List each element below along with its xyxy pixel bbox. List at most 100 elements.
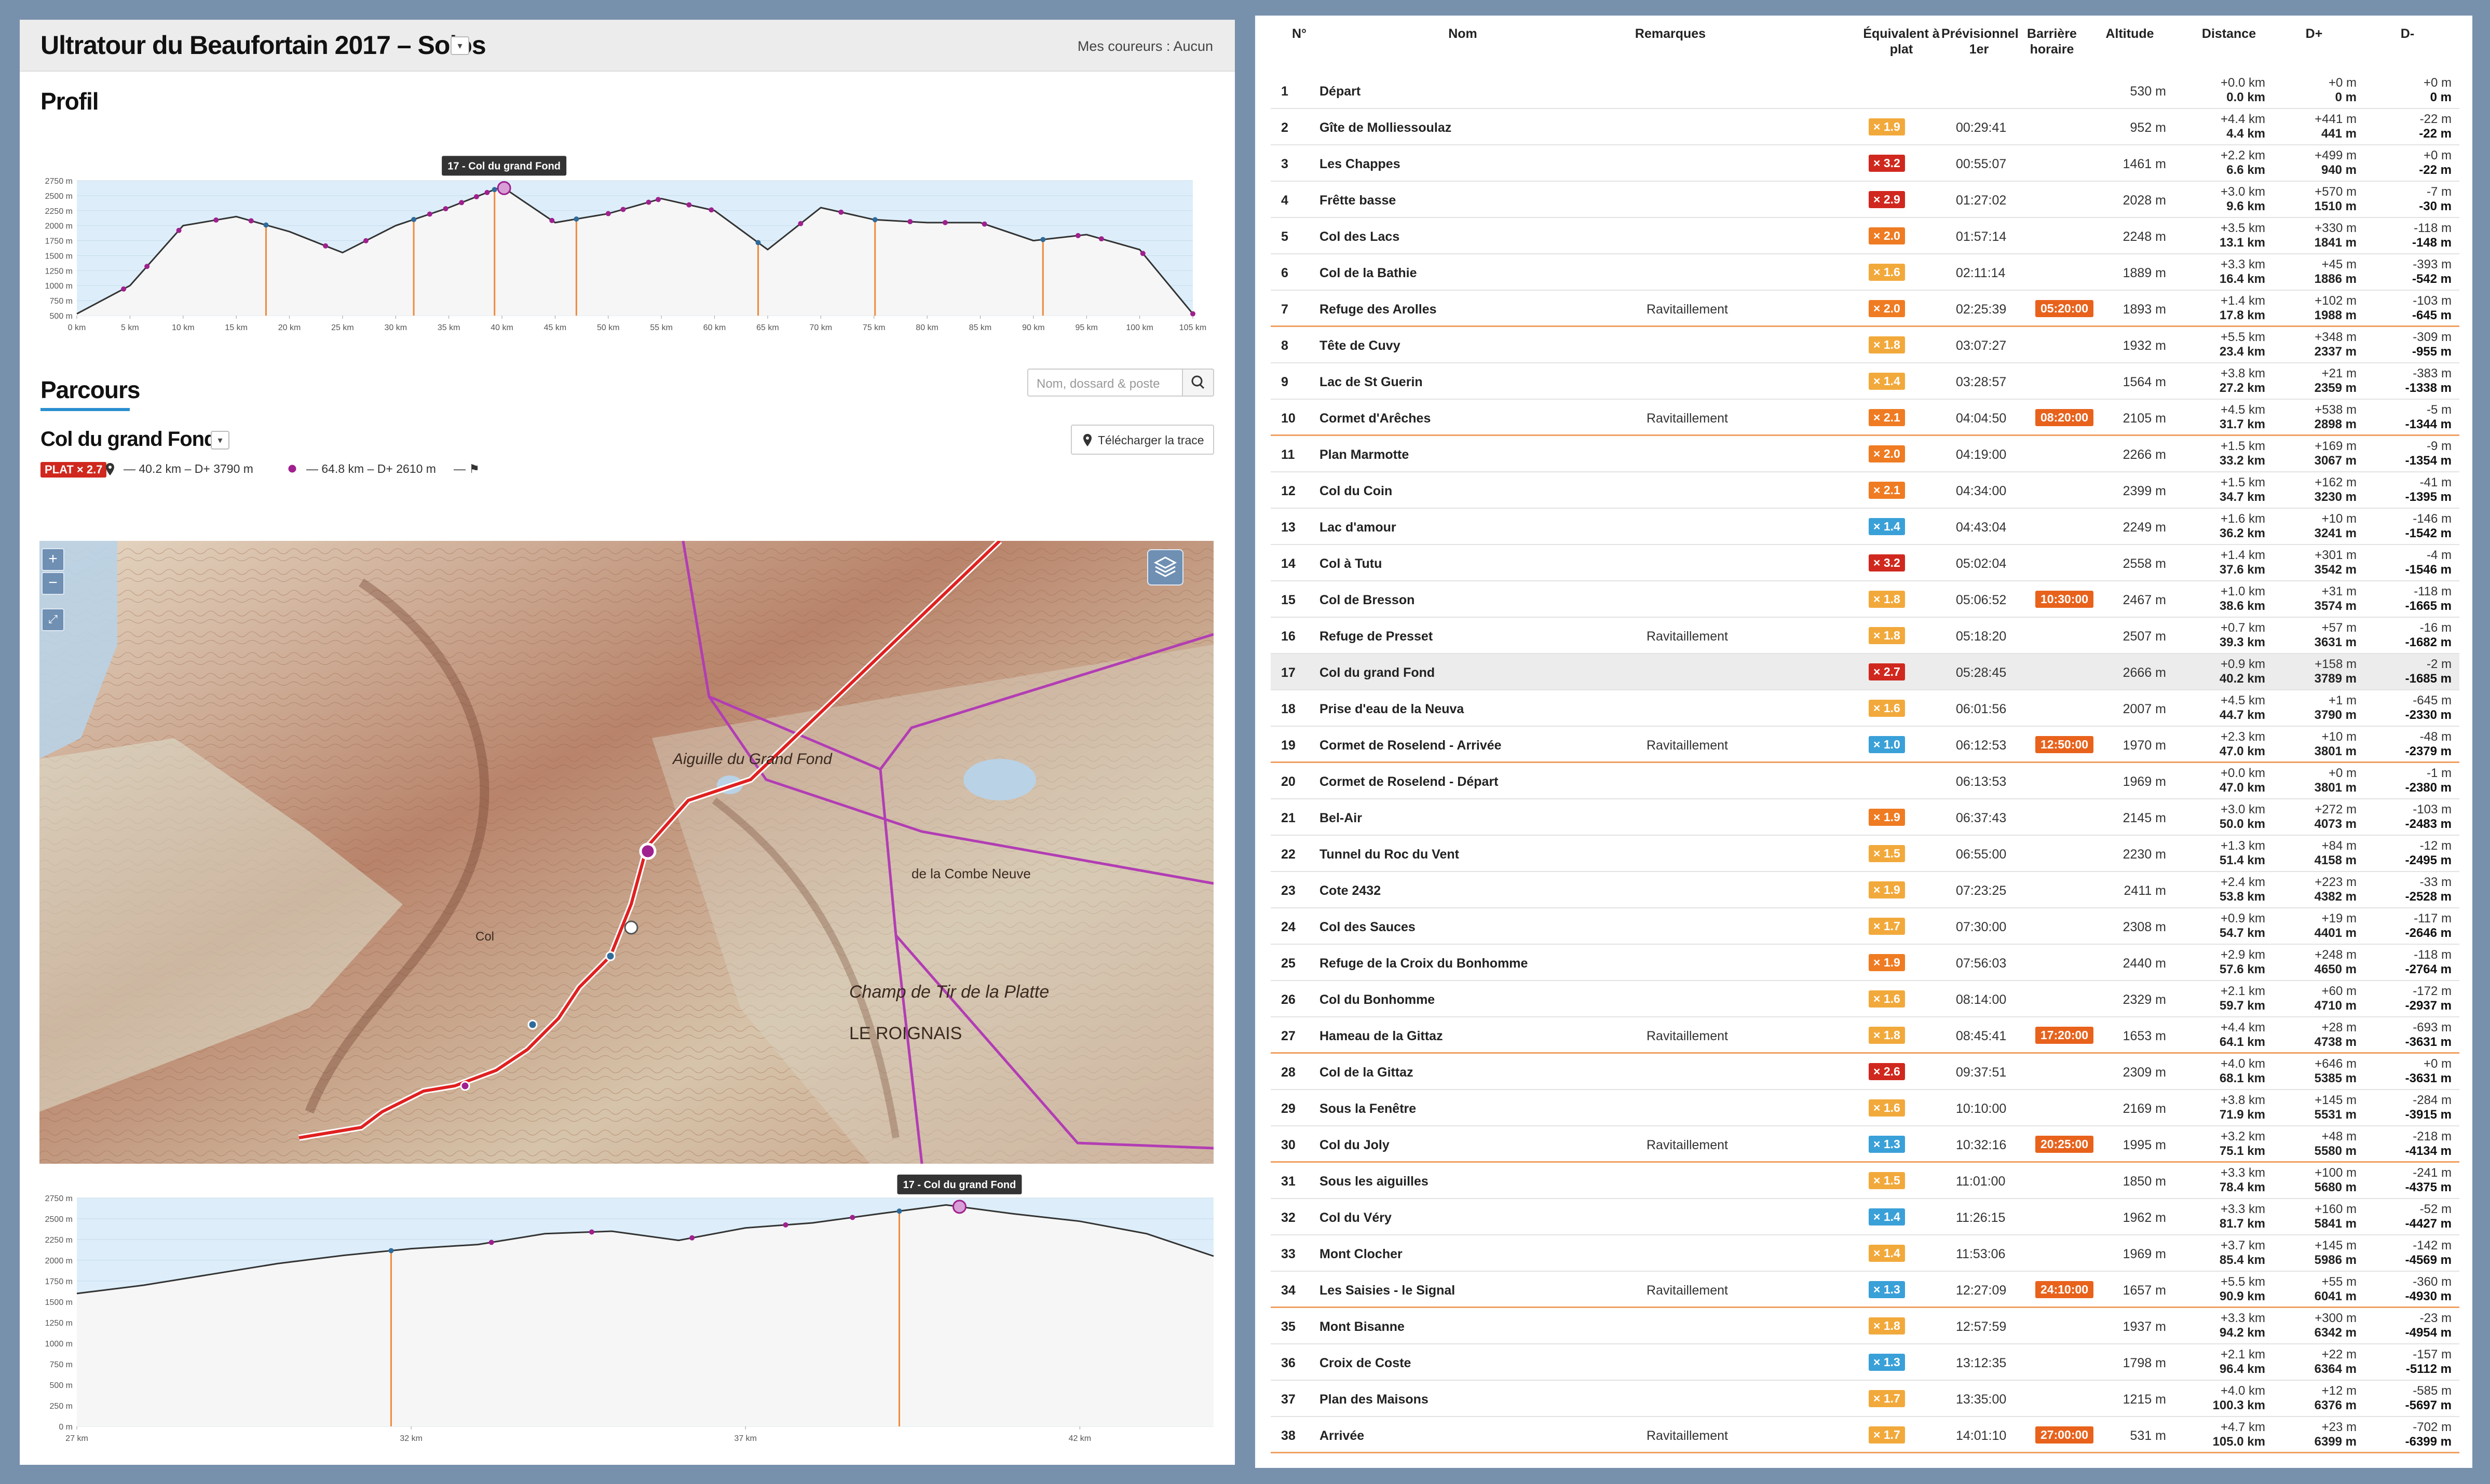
dminus-delta: -103 m [2413,802,2452,816]
distance-delta: +2.4 km [2220,875,2265,889]
distance-delta: +3.3 km [2220,1311,2265,1325]
table-row[interactable]: 35 Mont Bisanne 12:57:59 1937 m +3.3 km 94.2 … [1271,1308,2459,1344]
table-row[interactable]: 10 Cormet d'Arêches Ravitaillement 04:04:50… [1271,400,2459,436]
forecast-time: 02:25:39 [1956,302,2007,317]
table-row[interactable]: 18 Prise d'eau de la Neuva 06:01:56 2007 m +… [1271,690,2459,727]
table-row[interactable]: 6 Col de la Bathie 02:11:14 1889 m +3.3 km 16… [1271,254,2459,291]
col-header-dplus[interactable]: D+ [2293,26,2335,42]
table-row[interactable]: 29 Sous la Fenêtre 10:10:00 2169 m +3.8 km 71… [1271,1090,2459,1126]
checkpoint-name: Lac d'amour [1319,520,1396,535]
x-tick-label: 5 km [121,323,139,332]
mes-coureurs[interactable]: Mes coureurs : Aucun [1078,38,1213,55]
x-tick-label: 40 km [491,323,513,332]
table-row[interactable]: 11 Plan Marmotte 04:19:00 2266 m +1.5 km 33.2… [1271,436,2459,472]
race-dropdown-button[interactable]: ▾ [451,36,469,55]
table-row[interactable]: 3 Les Chappes 00:55:07 1461 m +2.2 km 6.6 km +… [1271,145,2459,182]
table-row[interactable]: 7 Refuge des Arolles Ravitaillement 02:25:3… [1271,291,2459,327]
search-icon [1191,375,1205,389]
altitude: 1937 m [2122,1319,2166,1334]
table-row[interactable]: 23 Cote 2432 07:23:25 2411 m +2.4 km 53.8 km +… [1271,872,2459,908]
dminus-total: -5112 m [2405,1362,2452,1376]
table-row[interactable]: 4 Frêtte basse 01:27:02 2028 m +3.0 km 9.6 km… [1271,182,2459,218]
altitude: 2169 m [2122,1101,2166,1116]
dplus-total: 3230 m [2314,490,2357,504]
forecast-time: 05:06:52 [1956,593,2007,607]
zoom-in-button[interactable]: + [42,548,64,571]
search-input[interactable]: Nom, dossard & poste [1027,369,1183,397]
dplus-total: 3801 m [2314,781,2357,795]
checkpoint-dot [443,206,448,212]
table-row[interactable]: 19 Cormet de Roselend - Arrivée Ravitaille… [1271,727,2459,763]
table-row[interactable]: 30 Col du Joly Ravitaillement 10:32:16 1995 … [1271,1126,2459,1163]
table-row[interactable]: 24 Col des Sauces 07:30:00 2308 m +0.9 km 54.… [1271,908,2459,945]
profile-chart[interactable]: 500 m 750 m 1000 m 1250 m 1500 m 1750 m 2000 m… [40,144,1224,352]
col-header-remarques[interactable]: Remarques [1634,26,1707,42]
row-number: 27 [1281,1029,1296,1043]
altitude: 2411 m [2124,883,2166,898]
search-button[interactable] [1182,369,1214,397]
flat-equivalent-badge: × 1.8 [1869,591,1905,608]
checkpoint-name: Départ [1319,84,1361,99]
table-row[interactable]: 21 Bel-Air 06:37:43 2145 m +3.0 km 50.0 km +27… [1271,799,2459,836]
table-row[interactable]: 5 Col des Lacs 01:57:14 2248 m +3.5 km 13.1 k… [1271,218,2459,254]
section-profile-chart-svg[interactable]: 0 m 250 m 500 m 750 m 1000 m 1250 m 1500 m 1750… [40,1167,1224,1447]
section-dropdown-button[interactable]: ▾ [211,431,229,450]
y-tick-label: 1000 m [45,282,73,291]
table-row[interactable]: 8 Tête de Cuvy 03:07:27 1932 m +5.5 km 23.4 k… [1271,327,2459,363]
table-row[interactable]: 2 Gîte de Molliessoulaz 00:29:41 952 m +4.4 … [1271,109,2459,145]
table-row[interactable]: 22 Tunnel du Roc du Vent 06:55:00 2230 m +1.… [1271,836,2459,872]
time-barrier-badge: 27:00:00 [2035,1426,2094,1444]
checkpoint-name: Gîte de Molliessoulaz [1319,120,1452,135]
left-panel: Ultratour du Beaufortain 2017 – Solos ▾ … [20,20,1235,1465]
table-row[interactable]: 25 Refuge de la Croix du Bonhomme 07:56:03… [1271,945,2459,981]
topo-map-svg[interactable]: Aiguille du Grand Fond Champ de Tir de l… [39,541,1214,1164]
table-row[interactable]: 13 Lac d'amour 04:43:04 2249 m +1.6 km 36.2 k… [1271,509,2459,545]
table-row[interactable]: 31 Sous les aiguilles 11:01:00 1850 m +3.3 k… [1271,1163,2459,1199]
table-row[interactable]: 37 Plan des Maisons 13:35:00 1215 m +4.0 km 1… [1271,1381,2459,1417]
flat-equivalent-badge: × 2.1 [1869,409,1905,426]
y-tick-label: 2250 m [45,1236,73,1245]
zoom-out-button[interactable]: − [42,572,64,595]
col-header-distance[interactable]: Distance [2193,26,2265,42]
table-row[interactable]: 26 Col du Bonhomme 08:14:00 2329 m +2.1 km 59… [1271,981,2459,1017]
table-row[interactable]: 15 Col de Bresson 05:06:52 2467 m +1.0 km 38.… [1271,581,2459,618]
checkpoint-dot [488,1240,494,1245]
table-row[interactable]: 38 Arrivée Ravitaillement 14:01:10 531 m +4.7… [1271,1417,2459,1453]
table-row[interactable]: 27 Hameau de la Gittaz Ravitaillement 08:45… [1271,1017,2459,1054]
table-row[interactable]: 36 Croix de Coste 13:12:35 1798 m +2.1 km 96.… [1271,1344,2459,1381]
table-row[interactable]: 33 Mont Clocher 11:53:06 1969 m +3.7 km 85.4 … [1271,1235,2459,1272]
download-track-button[interactable]: Télécharger la trace [1071,425,1214,455]
highlight-marker [952,1200,967,1214]
dminus-delta: -645 m [2413,693,2452,707]
profile-chart-svg[interactable]: 500 m 750 m 1000 m 1250 m 1500 m 1750 m 2000 m… [40,144,1224,352]
col-header-n[interactable]: N° [1284,26,1315,42]
table-row[interactable]: 1 Départ 530 m +0.0 km 0.0 km +0 m0 m +0 m0 m [1271,73,2459,109]
col-header-nom[interactable]: Nom [1411,26,1515,42]
x-tick-label: 27 km [65,1434,88,1443]
col-header-dminus[interactable]: D- [2387,26,2428,42]
col-header-altitude[interactable]: Altitude [2099,26,2161,42]
altitude: 1969 m [2122,774,2166,789]
table-row[interactable]: 14 Col à Tutu 05:02:04 2558 m +1.4 km 37.6 km… [1271,545,2459,581]
col-header-barriere[interactable]: Barrière horaire [2023,26,2080,57]
flat-equivalent-badge: × 1.8 [1869,1317,1905,1335]
checkpoint-name: Col de la Bathie [1319,266,1417,280]
table-row[interactable]: 34 Les Saisies - le Signal Ravitaillement 1… [1271,1272,2459,1308]
col-header-previsionnel[interactable]: Prévisionnel 1er [1941,26,2019,57]
table-row[interactable]: 16 Refuge de Presset Ravitaillement 05:18:2… [1271,618,2459,654]
x-tick-label: 55 km [650,323,673,332]
col-header-equivalent[interactable]: Équivalent à plat [1862,26,1940,57]
row-number: 6 [1281,266,1288,280]
layers-button[interactable] [1147,549,1183,586]
table-row[interactable]: 17 Col du grand Fond 05:28:45 2666 m +0.9 km… [1271,654,2459,690]
table-row[interactable]: 12 Col du Coin 04:34:00 2399 m +1.5 km 34.7 k… [1271,472,2459,509]
section-profile-chart[interactable]: 0 m 250 m 500 m 750 m 1000 m 1250 m 1500 m 1750… [40,1167,1224,1447]
table-row[interactable]: 9 Lac de St Guerin 03:28:57 1564 m +3.8 km 27… [1271,363,2459,400]
topo-map[interactable]: Aiguille du Grand Fond Champ de Tir de l… [39,541,1214,1164]
y-tick-label: 1500 m [45,252,73,261]
fullscreen-button[interactable]: ⤢ [42,608,64,631]
table-row[interactable]: 28 Col de la Gittaz 09:37:51 2309 m +4.0 km 6… [1271,1054,2459,1090]
table-row[interactable]: 20 Cormet de Roselend - Départ 06:13:53 196… [1271,763,2459,799]
distance-total: 37.6 km [2219,563,2265,577]
table-row[interactable]: 32 Col du Véry 11:26:15 1962 m +3.3 km 81.7 k… [1271,1199,2459,1235]
